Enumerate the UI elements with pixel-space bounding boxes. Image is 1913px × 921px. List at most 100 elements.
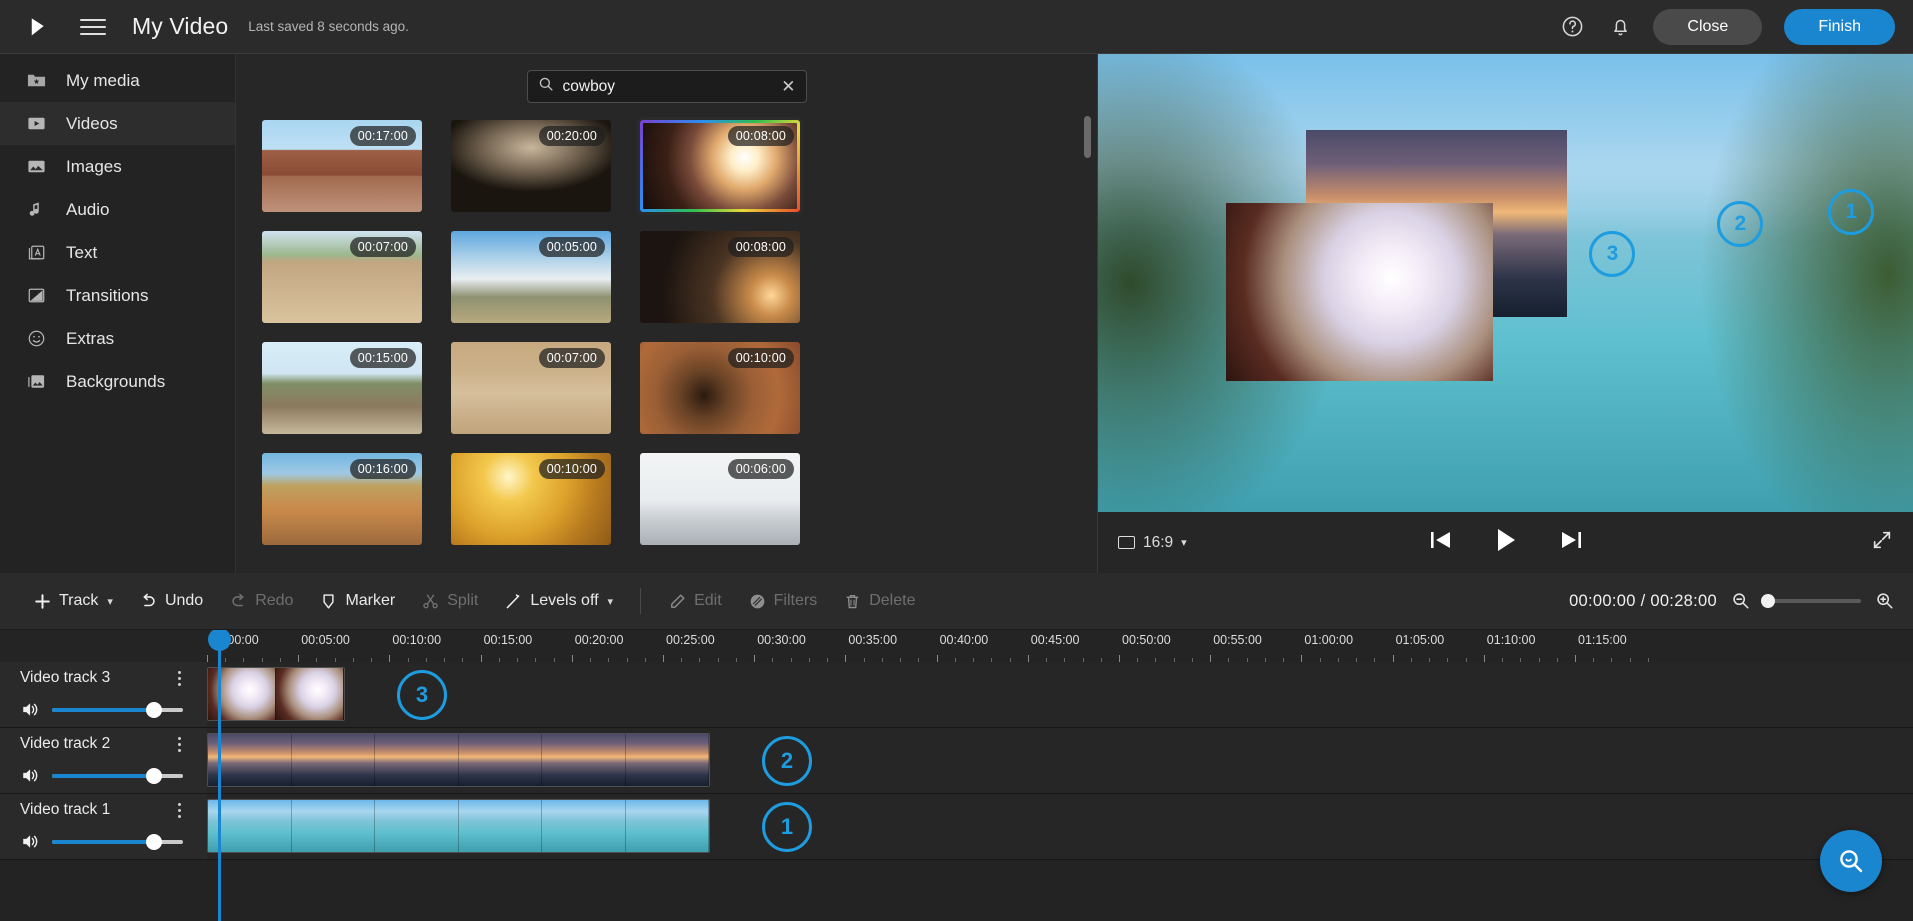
media-thumbnail[interactable]: 00:15:00 [262, 342, 422, 434]
timeline-clip[interactable] [207, 799, 710, 853]
play-icon[interactable] [1494, 527, 1518, 558]
aspect-ratio-value: 16:9 [1143, 534, 1173, 552]
media-thumbnail[interactable]: 00:17:00 [262, 120, 422, 212]
speaker-icon[interactable] [20, 765, 41, 786]
speaker-icon[interactable] [20, 699, 41, 720]
speaker-icon[interactable] [20, 831, 41, 852]
preview-layer-3[interactable] [1226, 203, 1493, 382]
duration-badge: 00:16:00 [350, 459, 416, 479]
toolbar-levels-off-button[interactable]: Levels off▾ [491, 584, 626, 618]
aspect-ratio-selector[interactable]: 16:9 ▾ [1118, 534, 1187, 552]
media-thumbnail[interactable]: 00:20:00 [451, 120, 611, 212]
sidebar-item-transitions[interactable]: Transitions [0, 274, 235, 317]
ruler-major-mark [389, 655, 390, 662]
sidebar-item-images[interactable]: Images [0, 145, 235, 188]
ruler-tick-label: 01:10:00 [1487, 633, 1536, 647]
zoom-in-icon[interactable] [1875, 591, 1895, 611]
sidebar-item-my-media[interactable]: My media [0, 59, 235, 102]
help-circle-icon[interactable] [1557, 12, 1587, 42]
media-thumbnail[interactable]: 00:08:00 [640, 231, 800, 323]
sidebar-item-videos[interactable]: Videos [0, 102, 235, 145]
sidebar-item-audio[interactable]: Audio [0, 188, 235, 231]
track-header: Video track 3 [0, 662, 207, 727]
sidebar-item-backgrounds[interactable]: Backgrounds [0, 360, 235, 403]
close-button[interactable]: Close [1653, 9, 1762, 45]
media-thumbnail[interactable]: 00:10:00 [640, 342, 800, 434]
duration-badge: 00:08:00 [728, 126, 794, 146]
play-logo-icon[interactable] [22, 12, 52, 42]
timeline-track: Video track 33 [0, 662, 1913, 728]
video-play-icon [26, 113, 47, 134]
sidebar-item-label: Videos [66, 114, 118, 134]
media-thumbnail[interactable]: 00:06:00 [640, 453, 800, 545]
sidebar-item-extras[interactable]: Extras [0, 317, 235, 360]
timeline-clip[interactable] [207, 733, 710, 787]
toolbar-redo-button: Redo [216, 584, 306, 618]
toolbar-marker-button[interactable]: Marker [306, 584, 408, 618]
track-volume-handle[interactable] [146, 702, 162, 718]
skip-next-icon[interactable] [1558, 529, 1584, 556]
media-thumbnail[interactable]: 00:07:00 [451, 342, 611, 434]
media-thumbnail[interactable]: 00:07:00 [262, 231, 422, 323]
kebab-menu-icon[interactable] [178, 671, 181, 686]
hamburger-menu-icon[interactable] [80, 14, 106, 40]
timeline-clip[interactable] [207, 667, 345, 721]
ruler-major-mark [207, 655, 208, 662]
search-input[interactable] [563, 78, 773, 96]
toolbar-delete-button: Delete [830, 584, 928, 618]
sidebar-item-text[interactable]: Text [0, 231, 235, 274]
last-saved-status: Last saved 8 seconds ago. [248, 19, 409, 34]
track-lane[interactable]: 1 [207, 794, 1913, 859]
duration-badge: 00:07:00 [539, 348, 605, 368]
sidebar-item-label: Transitions [66, 286, 149, 306]
ruler-gutter [0, 630, 207, 662]
search-box[interactable]: ✕ [527, 70, 807, 103]
time-readout: 00:00:00 / 00:28:00 [1569, 592, 1717, 611]
media-scrollbar[interactable] [1084, 116, 1091, 158]
media-thumbnail[interactable]: 00:05:00 [451, 231, 611, 323]
toolbar-divider [640, 588, 641, 614]
clear-search-icon[interactable]: ✕ [781, 78, 795, 95]
timeline-ruler[interactable]: 00:00:0000:05:0000:10:0000:15:0000:20:00… [207, 630, 1913, 662]
toolbar-undo-button[interactable]: Undo [126, 584, 216, 618]
levels-icon [504, 592, 523, 611]
toolbar-track-button-label: Track [59, 592, 98, 610]
kebab-menu-icon[interactable] [178, 803, 181, 818]
preview-stage[interactable]: 123 [1098, 54, 1913, 512]
zoom-out-icon[interactable] [1731, 591, 1751, 611]
duration-badge: 00:06:00 [728, 459, 794, 479]
track-header: Video track 1 [0, 794, 207, 859]
track-lane[interactable]: 2 [207, 728, 1913, 793]
track-volume-slider[interactable] [52, 840, 183, 844]
zoom-slider-handle[interactable] [1761, 594, 1775, 608]
duration-badge: 00:20:00 [539, 126, 605, 146]
search-area: ✕ [236, 54, 1097, 103]
track-volume-slider[interactable] [52, 774, 183, 778]
timeline-ruler-row: 00:00:0000:05:0000:10:0000:15:0000:20:00… [0, 630, 1913, 662]
track-volume-handle[interactable] [146, 834, 162, 850]
playhead-ruler[interactable] [218, 634, 221, 662]
track-volume-slider[interactable] [52, 708, 183, 712]
media-thumbnail[interactable]: 00:10:00 [451, 453, 611, 545]
annotation-circle-2: 2 [762, 736, 812, 786]
media-thumbnail[interactable]: 00:08:00 [640, 120, 800, 212]
kebab-menu-icon[interactable] [178, 737, 181, 752]
ruler-tick-label: 01:00:00 [1304, 633, 1353, 647]
toolbar-filters-button: Filters [735, 584, 831, 618]
toolbar-filters-button-label: Filters [774, 592, 818, 610]
zoom-slider[interactable] [1765, 599, 1861, 603]
media-thumbnail[interactable]: 00:16:00 [262, 453, 422, 545]
timeline-track: Video track 22 [0, 728, 1913, 794]
track-lane[interactable]: 3 [207, 662, 1913, 727]
toolbar-track-button[interactable]: Track▾ [20, 584, 126, 618]
notification-bell-icon[interactable] [1605, 12, 1635, 42]
timeline-toolbar-right: 00:00:00 / 00:28:00 [1569, 591, 1895, 611]
duration-badge: 00:10:00 [539, 459, 605, 479]
toolbar-split-button: Split [408, 584, 491, 618]
track-volume-handle[interactable] [146, 768, 162, 784]
skip-previous-icon[interactable] [1428, 529, 1454, 556]
magnifier-fab-button[interactable] [1820, 830, 1882, 892]
playhead-handle[interactable] [208, 630, 231, 651]
expand-arrows-icon[interactable] [1871, 529, 1893, 556]
finish-button[interactable]: Finish [1784, 9, 1895, 45]
